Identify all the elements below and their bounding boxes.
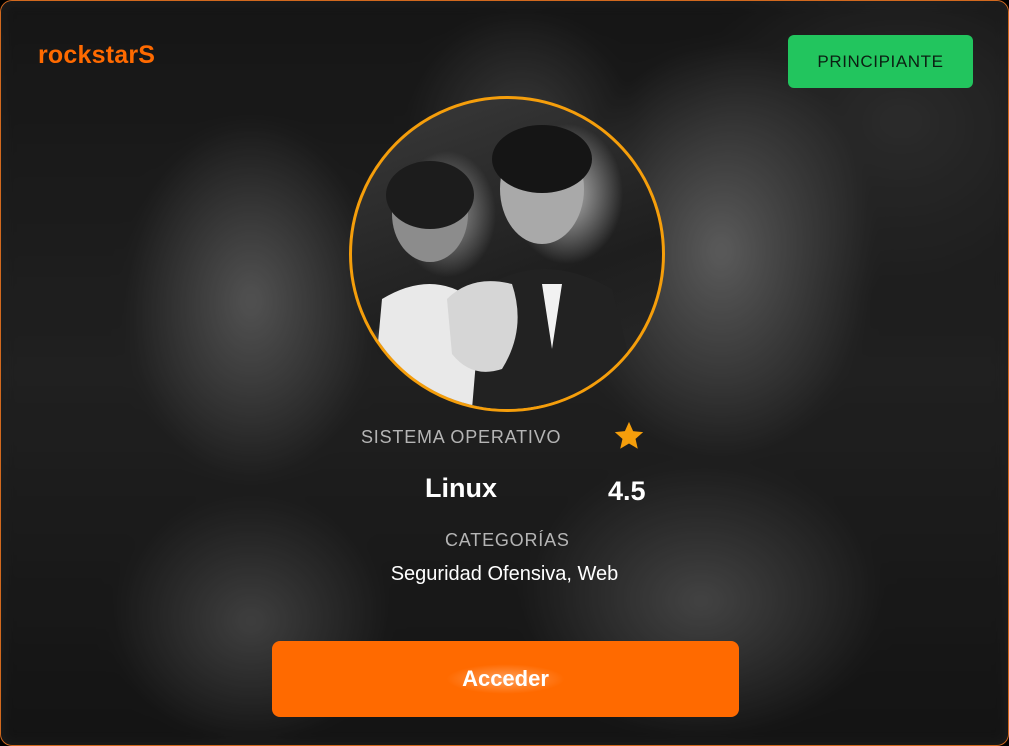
machine-card: rockstarS PRINCIPIANTE SISTEMA OPERATIVO…	[0, 0, 1009, 746]
os-value: Linux	[425, 473, 497, 503]
categories-label: CATEGORÍAS	[445, 530, 570, 550]
categories-value: Seguridad Ofensiva, Web	[390, 563, 619, 585]
rating-value: 4.5	[608, 476, 646, 506]
os-label: SISTEMA OPERATIVO	[361, 427, 562, 447]
author-name[interactable]: rockstarS	[38, 41, 155, 70]
profile-photo	[349, 96, 665, 412]
access-button[interactable]: Acceder	[272, 641, 739, 717]
star-icon	[614, 421, 644, 449]
difficulty-badge[interactable]: PRINCIPIANTE	[788, 35, 973, 88]
access-button-label: Acceder	[446, 664, 565, 694]
photo-placeholder-icon	[372, 125, 642, 409]
